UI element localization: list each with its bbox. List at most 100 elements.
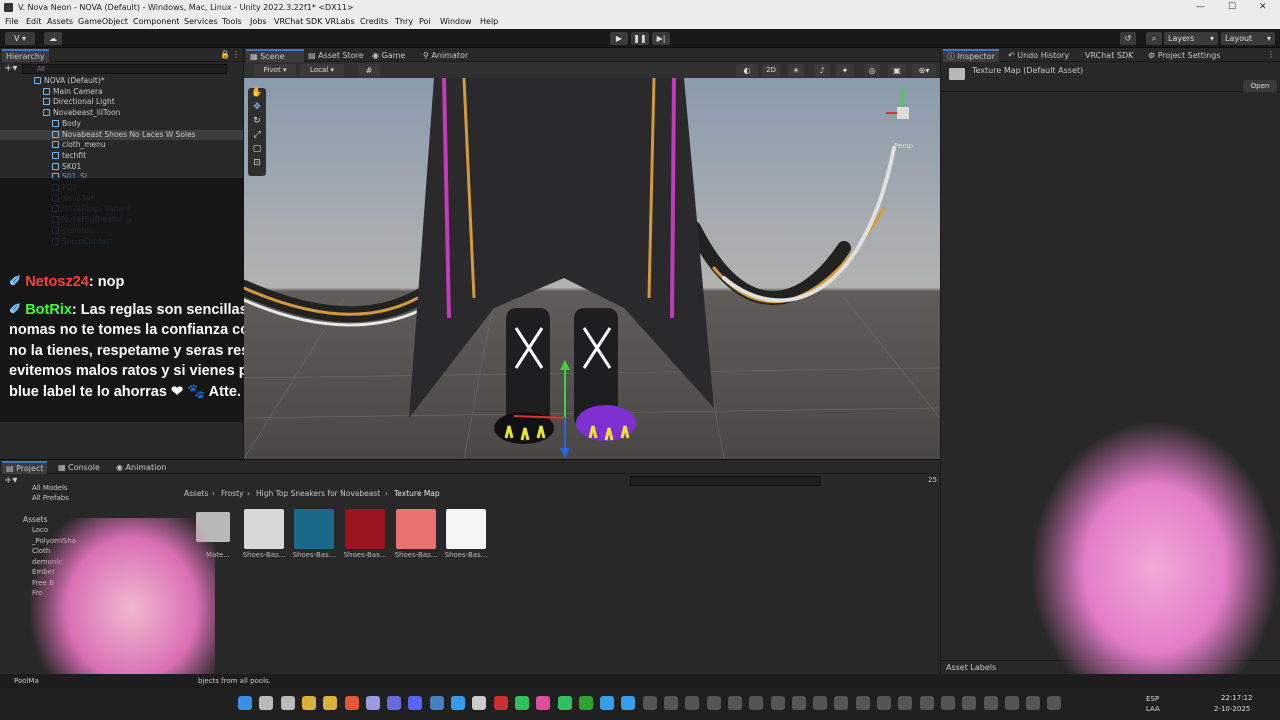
- cloud-icon[interactable]: ☁: [44, 32, 62, 45]
- hierarchy-item[interactable]: Body: [0, 119, 243, 129]
- menu-vrlabs[interactable]: VRLabs: [325, 17, 355, 26]
- breadcrumb-assets[interactable]: Assets: [184, 489, 208, 498]
- clock-time[interactable]: 22:17:12: [1221, 694, 1252, 702]
- tray-icon[interactable]: [1047, 696, 1062, 710]
- folder-icon[interactable]: [323, 696, 338, 710]
- region-indicator[interactable]: LAA: [1146, 705, 1160, 713]
- texture-thumbnail[interactable]: [345, 509, 385, 549]
- audio-icon[interactable]: ♪: [814, 64, 830, 77]
- grid-snap-button[interactable]: #: [358, 64, 380, 77]
- gizmos-icon[interactable]: ⊕▾: [912, 64, 936, 77]
- app-icon[interactable]: [962, 696, 977, 710]
- project-search-input[interactable]: [630, 476, 820, 486]
- discord-icon[interactable]: [408, 696, 423, 710]
- menu-vrchat-sdk[interactable]: VRChat SDK: [274, 17, 322, 26]
- step-button[interactable]: ▶|: [652, 32, 670, 45]
- instagram-icon[interactable]: [536, 696, 551, 710]
- pause-button[interactable]: ❚❚: [631, 32, 649, 45]
- move-tool-icon[interactable]: ✥: [248, 102, 266, 116]
- app-icon[interactable]: [855, 696, 870, 710]
- breadcrumb-texture-map[interactable]: Texture Map: [394, 489, 440, 498]
- add-icon[interactable]: +▾: [4, 475, 17, 486]
- unity-icon[interactable]: [472, 696, 487, 710]
- app-icon[interactable]: [1026, 696, 1041, 710]
- play-button[interactable]: ▶: [610, 32, 628, 45]
- app-icon[interactable]: [940, 696, 955, 710]
- search-icon[interactable]: [259, 696, 274, 710]
- menu-tools[interactable]: Tools: [222, 17, 242, 26]
- lock-icon[interactable]: 🔒: [220, 50, 230, 59]
- language-indicator[interactable]: ESP: [1146, 695, 1159, 703]
- search-icon[interactable]: ⌕: [1146, 32, 1162, 45]
- menu-help[interactable]: Help: [480, 17, 498, 26]
- hierarchy-search-input[interactable]: [22, 64, 227, 74]
- app-icon[interactable]: [727, 696, 742, 710]
- tab-vrchat-sdk[interactable]: VRChat SDK: [1081, 49, 1137, 62]
- app-icon[interactable]: [706, 696, 721, 710]
- app-icon[interactable]: [1004, 696, 1019, 710]
- breadcrumb-frosty[interactable]: Frosty: [221, 489, 244, 498]
- tab-undo-history[interactable]: ↶ Undo History: [1004, 49, 1073, 62]
- camera-icon[interactable]: ▣: [888, 64, 906, 77]
- task-view-icon[interactable]: [280, 696, 295, 710]
- more-icon[interactable]: ⋮: [1267, 50, 1275, 59]
- open-button[interactable]: Open: [1243, 80, 1277, 92]
- maximize-icon[interactable]: ☐: [1228, 2, 1236, 12]
- tab-scene[interactable]: ▦ Scene: [246, 49, 304, 62]
- xbox-icon[interactable]: [578, 696, 593, 710]
- file-explorer-icon[interactable]: [301, 696, 316, 710]
- texture-thumbnail[interactable]: [446, 509, 486, 549]
- local-dropdown[interactable]: Local ▾: [300, 64, 344, 77]
- tab-asset-store[interactable]: ▤ Asset Store: [304, 49, 368, 62]
- app-icon[interactable]: [791, 696, 806, 710]
- firefox-icon[interactable]: [365, 696, 380, 710]
- menu-window[interactable]: Window: [440, 17, 472, 26]
- app-icon[interactable]: [770, 696, 785, 710]
- texture-thumbnail[interactable]: [244, 509, 284, 549]
- hierarchy-item[interactable]: NOVA (Default)*: [0, 76, 243, 86]
- app-icon[interactable]: [685, 696, 700, 710]
- chrome-icon[interactable]: [387, 696, 402, 710]
- telegram-icon[interactable]: [600, 696, 615, 710]
- app-icon[interactable]: [813, 696, 828, 710]
- menu-jobs[interactable]: Jobs: [250, 17, 267, 26]
- shading-mode-button[interactable]: ◐: [736, 64, 758, 77]
- app-icon[interactable]: [749, 696, 764, 710]
- rotate-tool-icon[interactable]: ↻: [248, 116, 266, 130]
- texture-thumbnail[interactable]: [294, 509, 334, 549]
- windows-start-icon[interactable]: [238, 696, 252, 710]
- clock-date[interactable]: 2-10-2025: [1214, 705, 1250, 713]
- close-icon[interactable]: ✕: [1259, 2, 1267, 12]
- menu-edit[interactable]: Edit: [26, 17, 42, 26]
- menu-credits[interactable]: Credits: [360, 17, 388, 26]
- hierarchy-item[interactable]: Novabeast Shoes No Laces W Soles: [0, 129, 243, 140]
- history-icon[interactable]: ↺: [1120, 32, 1136, 45]
- menu-assets[interactable]: Assets: [47, 17, 73, 26]
- spotify-icon[interactable]: [514, 696, 529, 710]
- breadcrumb-sneakers[interactable]: High Top Sneakers for Novabeast: [256, 489, 380, 498]
- hierarchy-item[interactable]: SK01: [0, 162, 243, 172]
- transform-tool-icon[interactable]: ⊡: [248, 158, 266, 172]
- hierarchy-item[interactable]: Directional Light: [0, 97, 243, 107]
- tab-animator[interactable]: ⚲ Animator: [419, 49, 472, 62]
- pivot-dropdown[interactable]: Pivot ▾: [254, 64, 296, 77]
- app-icon[interactable]: [877, 696, 891, 710]
- tab-project[interactable]: ▤ Project: [2, 461, 48, 474]
- add-icon[interactable]: +▾: [4, 63, 17, 74]
- app-icon[interactable]: [919, 696, 934, 710]
- tab-hierarchy[interactable]: Hierarchy: [2, 49, 49, 62]
- menu-component[interactable]: Component: [133, 17, 179, 26]
- visibility-icon[interactable]: ◎: [864, 64, 880, 77]
- favorite-all-prefabs[interactable]: All Prefabs: [32, 494, 69, 502]
- account-button[interactable]: V ▾: [5, 32, 35, 45]
- obs-icon[interactable]: [493, 696, 508, 710]
- steam-icon[interactable]: [429, 696, 444, 710]
- menu-poi[interactable]: Poi: [419, 17, 431, 26]
- toggle-2d-button[interactable]: 2D: [762, 64, 780, 77]
- scale-tool-icon[interactable]: ⤢: [248, 130, 266, 144]
- menu-services[interactable]: Services: [184, 17, 218, 26]
- minimize-icon[interactable]: —: [1196, 2, 1205, 12]
- layers-dropdown[interactable]: Layers ▾: [1164, 32, 1218, 45]
- rect-tool-icon[interactable]: ▢: [248, 144, 266, 158]
- vscode-icon[interactable]: [451, 696, 465, 710]
